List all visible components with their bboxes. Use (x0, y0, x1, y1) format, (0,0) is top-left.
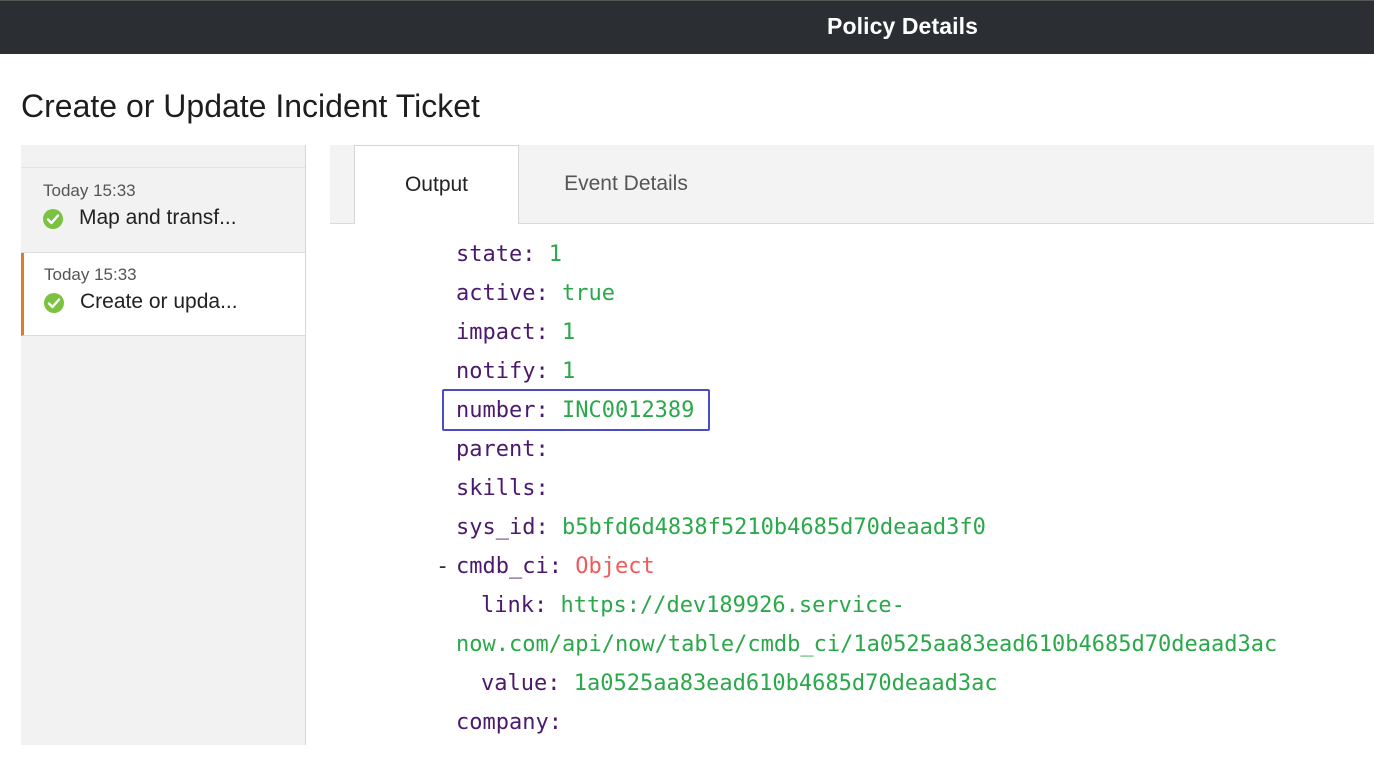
tab-event-details[interactable]: Event Details (544, 145, 708, 223)
run-history-item[interactable]: Today 15:33 Map and transf... (21, 167, 305, 253)
field-sys-id: sys_id: b5bfd6d4838f5210b4685d70deaad3f0 (456, 515, 986, 540)
field-number: number: INC0012389 (456, 398, 695, 423)
success-check-icon (43, 209, 63, 229)
field-impact: impact: 1 (456, 320, 576, 345)
field-skills: skills: (456, 476, 549, 501)
field-active: active: true (456, 281, 615, 306)
collapse-toggle[interactable]: - (436, 551, 449, 583)
field-state: state: 1 (456, 242, 562, 267)
field-cmdb-ci: cmdb_ci: Object (456, 554, 655, 579)
run-history-sidebar: Today 15:33 Map and transf... Today 15:3… (21, 145, 306, 745)
run-timestamp: Today 15:33 (44, 265, 137, 284)
tab-bar: Output Event Details (330, 145, 1374, 224)
field-company: company: (456, 710, 562, 735)
field-parent: parent: (456, 437, 549, 462)
field-notify: notify: 1 (456, 359, 576, 384)
header-title: Policy Details (827, 13, 978, 39)
field-cmdb-ci-link-continued: now.com/api/now/table/cmdb_ci/1a0525aa83… (456, 632, 1278, 657)
run-history-item-selected[interactable]: Today 15:33 Create or upda... (21, 253, 305, 336)
run-timestamp: Today 15:33 (43, 181, 136, 200)
tab-output[interactable]: Output (354, 145, 519, 224)
run-step-label: Create or upda... (80, 290, 238, 313)
field-cmdb-ci-link: link: https://dev189926.service- (481, 593, 905, 618)
details-panel: Output Event Details state: 1 active: tr… (330, 145, 1374, 761)
top-header-bar: Policy Details (0, 0, 1374, 54)
field-cmdb-ci-value: value: 1a0525aa83ead610b4685d70deaad3ac (481, 671, 998, 696)
success-check-icon (44, 293, 64, 313)
run-step-label: Map and transf... (79, 206, 237, 229)
page-title: Create or Update Incident Ticket (21, 88, 480, 124)
